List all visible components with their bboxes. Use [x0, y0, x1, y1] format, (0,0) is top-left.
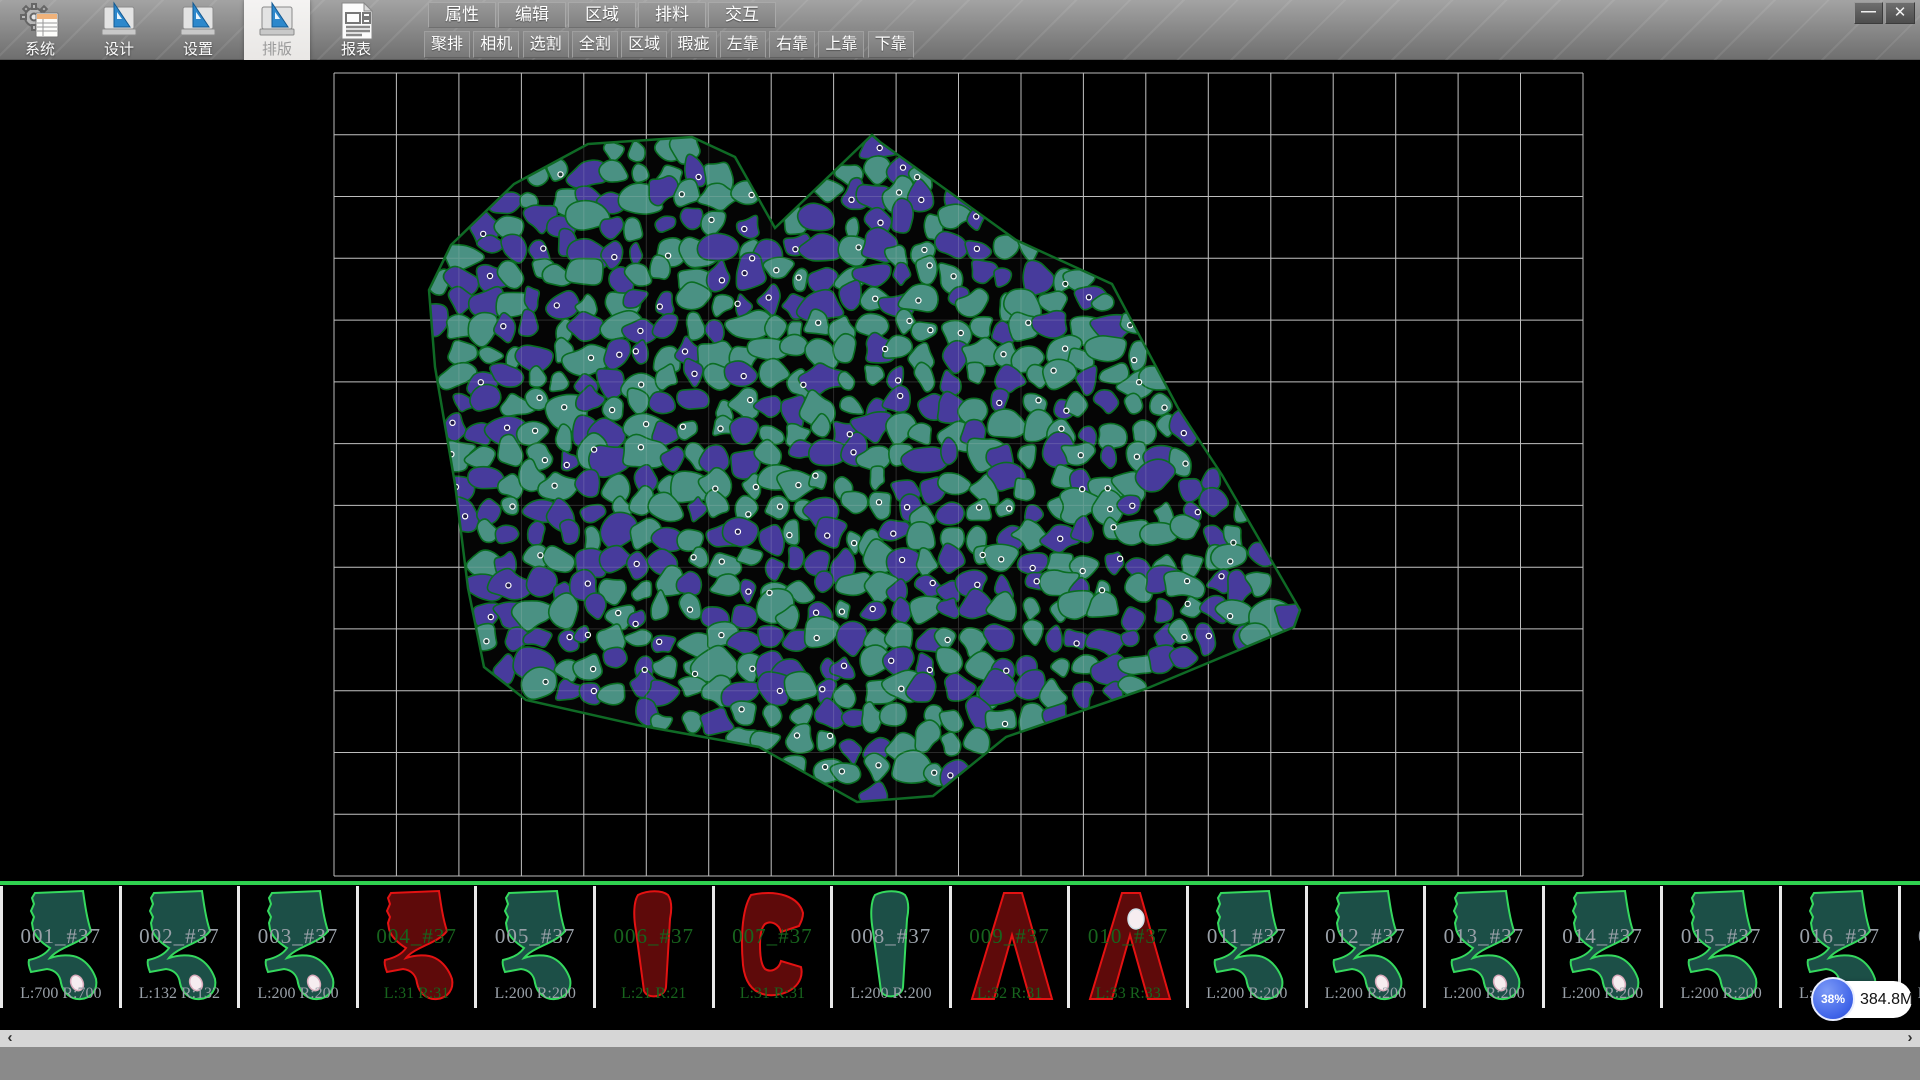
piece-thumbnail-003[interactable]: 003_#37L:200 R:200: [237, 886, 356, 1008]
app-tab-label: 设计: [86, 41, 152, 58]
tool-defect[interactable]: 瑕疵: [671, 31, 717, 58]
piece-shape: [3, 886, 119, 1008]
menu-region[interactable]: 区域: [568, 2, 636, 28]
piece-thumbnail-004[interactable]: 004_#37L:31 R:31: [356, 886, 475, 1008]
app-tab-report[interactable]: 报表: [323, 0, 389, 60]
menu-edit[interactable]: 编辑: [498, 2, 566, 28]
minimize-button[interactable]: —: [1854, 2, 1883, 24]
memory-percent: 38%: [1811, 977, 1855, 1021]
piece-shape: [1189, 886, 1305, 1008]
piece-shape: [1426, 886, 1542, 1008]
tool-cluster-nest[interactable]: 聚排: [424, 31, 470, 58]
piece-shape: [1070, 886, 1186, 1008]
piece-shape: [952, 886, 1068, 1008]
piece-thumbnail-002[interactable]: 002_#37L:132 R:132: [119, 886, 238, 1008]
piece-thumbnail-strip: 001_#37L:700 R:700002_#37L:132 R:132003_…: [0, 886, 1920, 1008]
close-button[interactable]: ✕: [1885, 2, 1915, 24]
app-tab-layout[interactable]: 排版: [244, 0, 310, 60]
status-bar: [0, 1047, 1920, 1080]
piece-thumbnail-001[interactable]: 001_#37L:700 R:700: [0, 886, 119, 1008]
gear-icon: [7, 1, 73, 41]
horizontal-scrollbar[interactable]: ‹ ›: [0, 1030, 1920, 1047]
app-tab-label: 报表: [323, 41, 389, 58]
strip-separator-line: [0, 881, 1920, 885]
memory-badge: 38% 384.8M: [1814, 981, 1912, 1018]
piece-shape: [715, 886, 831, 1008]
settings-ruler-icon: [165, 1, 231, 41]
tool-select-cut[interactable]: 选割: [523, 31, 569, 58]
piece-shape: [596, 886, 712, 1008]
piece-shape: [359, 886, 475, 1008]
piece-thumbnail-015[interactable]: 015_#37L:200 R:200: [1660, 886, 1779, 1008]
app-tab-settings[interactable]: 设置: [165, 0, 231, 60]
piece-shape: [1663, 886, 1779, 1008]
piece-thumbnail-009[interactable]: 009_#37L:32 R:31: [949, 886, 1068, 1008]
menu-nesting[interactable]: 排料: [638, 2, 706, 28]
scroll-left-icon[interactable]: ‹: [2, 1030, 18, 1047]
tool-camera[interactable]: 相机: [473, 31, 519, 58]
app-tab-label: 排版: [244, 41, 310, 58]
app-tab-design[interactable]: 设计: [86, 0, 152, 60]
nesting-canvas[interactable]: [0, 60, 1920, 881]
piece-thumbnail-011[interactable]: 011_#37L:200 R:200: [1186, 886, 1305, 1008]
tool-cut-all[interactable]: 全割: [572, 31, 618, 58]
piece-shape: [1545, 886, 1661, 1008]
piece-thumbnail-007[interactable]: 007_#37L:31 R:31: [712, 886, 831, 1008]
piece-shape: [122, 886, 238, 1008]
app-tab-label: 系统: [7, 41, 73, 58]
scroll-right-icon[interactable]: ›: [1902, 1030, 1918, 1047]
report-doc-icon: [323, 1, 389, 41]
layout-ruler-icon: [244, 1, 310, 41]
piece-thumbnail-005[interactable]: 005_#37L:200 R:200: [474, 886, 593, 1008]
app-tab-label: 设置: [165, 41, 231, 58]
piece-shape: [240, 886, 356, 1008]
app-tab-system[interactable]: 系统: [7, 0, 73, 60]
tool-region[interactable]: 区域: [621, 31, 667, 58]
piece-thumbnail-012[interactable]: 012_#37L:200 R:200: [1305, 886, 1424, 1008]
piece-shape: [1308, 886, 1424, 1008]
menu-properties[interactable]: 属性: [428, 2, 496, 28]
tool-align-right[interactable]: 右靠: [769, 31, 815, 58]
tool-align-bottom[interactable]: 下靠: [868, 31, 914, 58]
piece-thumbnail-008[interactable]: 008_#37L:200 R:200: [830, 886, 949, 1008]
piece-thumbnail-013[interactable]: 013_#37L:200 R:200: [1423, 886, 1542, 1008]
piece-thumbnail-010[interactable]: 010_#37L:33 R:33: [1067, 886, 1186, 1008]
menu-interact[interactable]: 交互: [708, 2, 776, 28]
design-ruler-icon: [86, 1, 152, 41]
memory-amount: 384.8M: [1860, 981, 1913, 1018]
tool-align-left[interactable]: 左靠: [720, 31, 766, 58]
main-toolbar: 系统设计设置排版报表 属性编辑区域排料交互 聚排相机选割全割区域瑕疵左靠右靠上靠…: [0, 0, 1920, 60]
piece-shape: [833, 886, 949, 1008]
piece-thumbnail-006[interactable]: 006_#37L:21 R:21: [593, 886, 712, 1008]
tool-align-top[interactable]: 上靠: [818, 31, 864, 58]
piece-shape: [477, 886, 593, 1008]
piece-thumbnail-014[interactable]: 014_#37L:200 R:200: [1542, 886, 1661, 1008]
